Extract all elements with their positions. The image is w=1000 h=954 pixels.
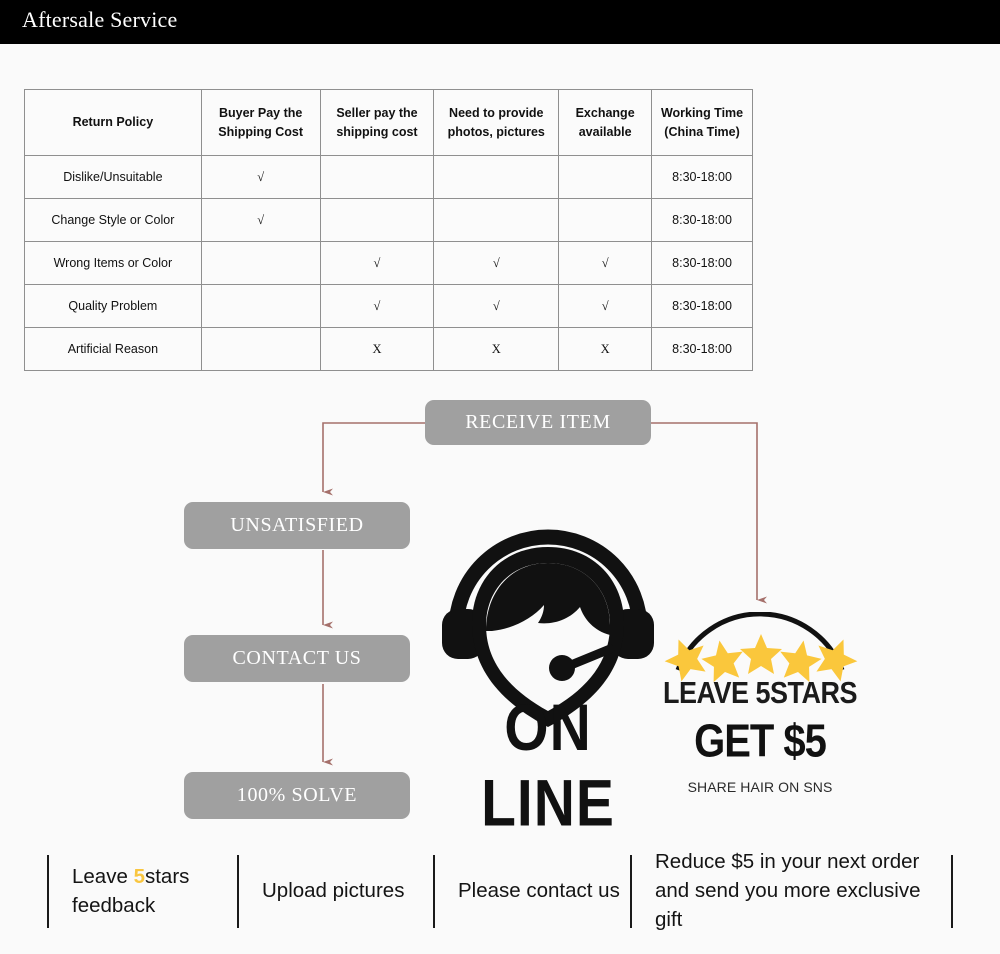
cell-working-time: 8:30-18:00 [651,284,753,328]
col-header-photos-line2: photos, pictures [447,124,545,139]
return-policy-table: Return Policy Buyer Pay the Shipping Cos… [24,89,753,371]
bottom-cell-upload-pictures: Upload pictures [237,855,433,928]
col-header-working-time-line1: Working Time [660,106,744,121]
cell-seller-pay: X [319,327,435,371]
col-header-seller-pay: Seller pay the shipping cost [319,89,435,156]
flow-box-100-percent-solve[interactable]: 100% SOLVE [184,772,410,819]
bottom-cell-leave-feedback-line2: feedback [72,893,156,917]
col-header-seller-pay-line2: shipping cost [336,124,418,139]
bottom-leave-text: Leave [72,864,134,888]
page-title: Aftersale Service [22,7,178,32]
cell-buyer-pay [200,327,321,371]
leave-five-stars-label: LEAVE 5STARS [662,676,858,710]
leave-five-stars-promo: LEAVE 5STARS GET $5 SHARE HAIR ON SNS [662,612,858,812]
cell-policy-name: Quality Problem [24,284,202,328]
five-stars-arc-icon [664,612,858,682]
col-header-exchange-line2: available [578,124,632,139]
cell-policy-name: Artificial Reason [24,327,202,371]
col-header-photos: Need to provide photos, pictures [433,89,560,156]
col-header-working-time-line2: (China Time) [664,124,740,139]
col-header-buyer-pay: Buyer Pay the Shipping Cost [200,89,321,156]
cell-photos: √ [433,241,560,285]
cell-buyer-pay [200,284,321,328]
bottom-cell-upload-pictures-label: Upload pictures [262,879,405,903]
cell-working-time: 8:30-18:00 [651,327,753,371]
cell-photos: √ [433,284,560,328]
cell-photos [433,198,560,242]
cell-exchange [558,198,653,242]
share-hair-on-sns-label: SHARE HAIR ON SNS [687,779,833,795]
bottom-steps-bar: Leave 5stars feedback Upload pictures Pl… [47,850,953,931]
col-header-exchange-line1: Exchange [575,106,635,121]
table-body: Dislike/Unsuitable √ 8:30-18:00 Change S… [24,155,753,371]
flow-box-unsatisfied[interactable]: UNSATISFIED [184,502,410,549]
flow-box-contact-us[interactable]: CONTACT US [184,635,410,682]
bottom-cell-reduce-five-dollars: Reduce $5 in your next order and send yo… [630,850,953,931]
arrow-receive-to-review [651,422,767,604]
table-row: Wrong Items or Color √ √ √ 8:30-18:00 [24,241,753,285]
page-header-bar: Aftersale Service [0,0,1000,44]
cell-buyer-pay: √ [200,198,321,242]
bottom-cell-reduce-line2: and send you more exclusive gift [655,879,921,931]
flow-box-receive-item[interactable]: RECEIVE ITEM [425,400,651,445]
cell-buyer-pay [200,241,321,285]
col-header-buyer-pay-line1: Buyer Pay the [218,106,303,121]
aftersale-service-page: Aftersale Service Return Policy Buyer Pa… [0,0,1000,954]
bottom-five-highlight: 5 [133,864,145,888]
col-header-photos-line1: Need to provide [449,106,544,121]
table-header-row: Return Policy Buyer Pay the Shipping Cos… [24,89,753,156]
cell-seller-pay: √ [319,241,435,285]
table-row: Change Style or Color √ 8:30-18:00 [24,198,753,242]
cell-exchange: √ [558,241,653,285]
cell-buyer-pay: √ [200,155,321,199]
col-header-seller-pay-line1: Seller pay the [336,106,418,121]
cell-working-time: 8:30-18:00 [651,155,753,199]
bottom-cell-contact-us: Please contact us [433,855,630,928]
flow-box-contact-us-label: CONTACT US [232,647,362,669]
col-header-return-policy: Return Policy [24,89,202,156]
flow-box-receive-item-label: RECEIVE ITEM [465,411,611,433]
cell-policy-name: Wrong Items or Color [24,241,202,285]
cell-working-time: 8:30-18:00 [651,198,753,242]
table-row: Dislike/Unsuitable √ 8:30-18:00 [24,155,753,199]
col-header-working-time: Working Time (China Time) [651,89,753,156]
cell-exchange: √ [558,284,653,328]
cell-working-time: 8:30-18:00 [651,241,753,285]
flow-box-unsatisfied-label: UNSATISFIED [230,514,364,536]
bottom-cell-leave-feedback: Leave 5stars feedback [47,855,237,928]
table-row: Artificial Reason X X X 8:30-18:00 [24,327,753,371]
col-header-buyer-pay-line2: Shipping Cost [218,124,304,139]
bottom-cell-contact-us-label: Please contact us [458,879,620,903]
col-header-return-policy-line1: Return Policy [72,115,154,130]
cell-policy-name: Dislike/Unsuitable [24,155,202,199]
table-header: Return Policy Buyer Pay the Shipping Cos… [24,89,753,156]
cell-exchange: X [558,327,653,371]
cell-photos [433,155,560,199]
col-header-exchange: Exchange available [558,89,653,156]
arrow-receive-to-unsatisfied [322,422,425,496]
cell-seller-pay [319,155,435,199]
cell-policy-name: Change Style or Color [24,198,202,242]
cell-seller-pay [319,198,435,242]
bottom-stars-text: stars [144,864,190,888]
cell-seller-pay: √ [319,284,435,328]
get-five-dollars-label: GET $5 [694,716,827,767]
online-label: ON LINE [481,691,615,841]
cell-exchange [558,155,653,199]
table-row: Quality Problem √ √ √ 8:30-18:00 [24,284,753,328]
bottom-cell-reduce-line1: Reduce $5 in your next order [655,850,920,874]
flow-box-100-percent-solve-label: 100% SOLVE [236,784,358,806]
bottom-cell-leave-feedback-line1: Leave 5stars [72,863,237,892]
cell-photos: X [433,327,560,371]
